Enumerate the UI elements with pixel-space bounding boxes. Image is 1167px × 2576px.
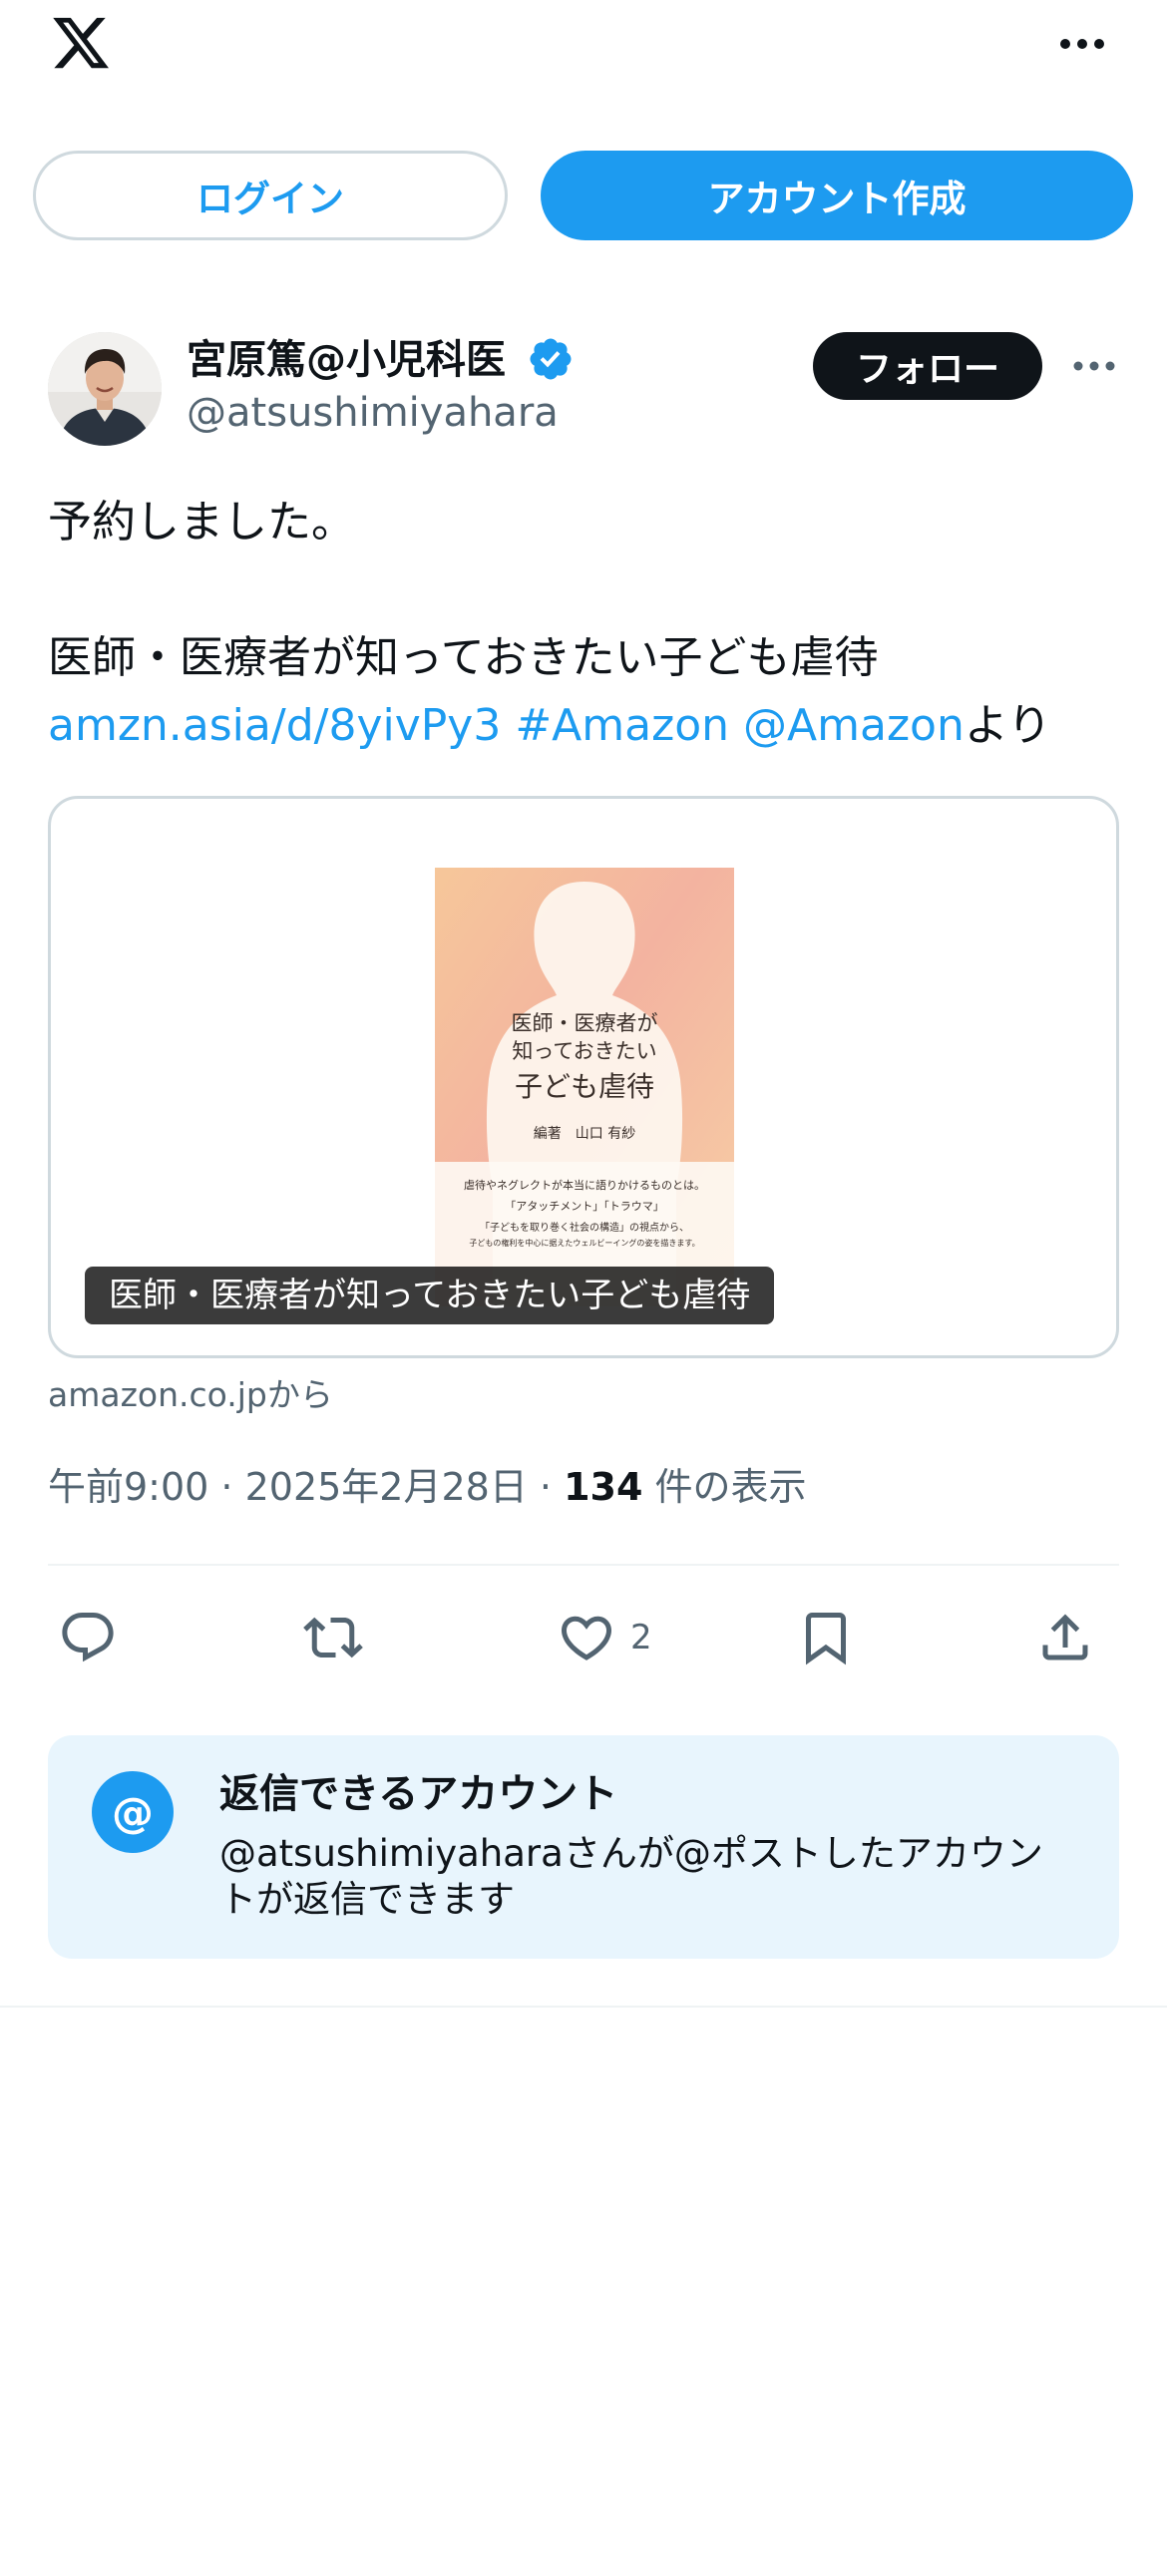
post-text-links-line: amzn.asia/d/8yivPy3 #Amazon @Amazonより [48,692,1125,760]
like-count: 2 [630,1618,652,1657]
book-title-line: 医師・医療者が [511,1011,658,1035]
reply-restriction-description: @atsushimiyaharaさんが@ポストしたアカウントが返信できます [219,1832,1043,1921]
book-blurb: 「子どもを取り巻く社会の構造」の視点から、 [480,1223,689,1234]
share-icon [1042,1614,1088,1660]
post-date[interactable]: 2025年2月28日 [245,1465,528,1509]
divider [48,1564,1119,1566]
book-editor-label: 編著 [533,1126,562,1142]
link-card[interactable]: 医師・医療者が 知っておきたい 子ども虐待 編著 山口 有紗 虐待やネグレクトが… [48,796,1119,1358]
post-text: 予約しました。 医師・医療者が知っておきたい子ども虐待 amzn.asia/d/… [48,489,1125,760]
views-count: 134 [564,1465,643,1509]
post-time[interactable]: 午前9:00 [48,1465,208,1509]
share-button[interactable] [1035,1604,1095,1671]
book-blurb: 虐待やネグレクトが本当に語りかけるものとは。 [464,1179,705,1192]
bookmark-icon [806,1613,846,1665]
card-caption: 医師・医療者が知っておきたい子ども虐待 [85,1267,775,1324]
post-hashtag[interactable]: #Amazon [515,700,729,751]
post-mention[interactable]: @Amazon [743,700,965,751]
author-name[interactable]: 宮原篤@小児科医 [187,327,506,385]
repost-button[interactable] [303,1604,363,1671]
post-meta: 午前9:00 · 2025年2月28日 · 134 件の表示 [48,1456,807,1511]
card-source[interactable]: amazon.co.jpから [48,1368,333,1416]
more-horizontal-icon[interactable] [1057,26,1107,62]
avatar[interactable] [48,332,162,446]
bookmark-button[interactable] [796,1604,856,1671]
reply-button[interactable] [58,1604,118,1671]
reply-restriction-box: @ 返信できるアカウント @atsushimiyaharaさんが@ポストしたアカ… [48,1735,1119,1959]
top-bar [0,0,1167,90]
post-text-spacer [48,556,1125,624]
x-logo-icon[interactable] [48,12,114,74]
heart-icon [561,1616,612,1660]
like-button[interactable]: 2 [557,1604,652,1671]
verified-badge-icon [530,338,572,380]
post-text-suffix: より [964,700,1051,751]
meta-separator: · [527,1465,565,1509]
repost-icon [303,1617,363,1658]
bottom-divider [0,2006,1167,2008]
reply-restriction-title: 返信できるアカウント [219,1771,618,1817]
avatar-photo [48,332,162,446]
book-editor: 編著 山口 有紗 [435,1123,734,1143]
at-icon: @ [92,1771,174,1853]
author-handle[interactable]: @atsushimiyahara [187,390,559,436]
post-more-icon[interactable] [1069,349,1119,383]
book-cover-image: 医師・医療者が 知っておきたい 子ども虐待 編著 山口 有紗 虐待やネグレクトが… [435,868,734,1306]
follow-button[interactable]: フォロー [813,332,1042,400]
book-title-line: 知っておきたい [512,1039,657,1063]
create-account-button[interactable]: アカウント作成 [541,151,1133,240]
post-link[interactable]: amzn.asia/d/8yivPy3 [48,700,501,751]
book-blurb: 子どもの権利を中心に据えたウェルビーイングの姿を描きます。 [469,1239,700,1248]
book-blurb: 「アタッチメント」「トラウマ」 [505,1200,664,1213]
meta-separator: · [208,1465,245,1509]
login-button[interactable]: ログイン [33,151,508,240]
book-editor-name: 山口 有紗 [575,1126,636,1142]
book-title-line: 子ども虐待 [514,1070,654,1103]
post-text-line: 医師・医療者が知っておきたい子ども虐待 [48,632,879,683]
views-label: 件の表示 [642,1465,807,1509]
reply-icon [62,1613,114,1662]
post-text-line: 予約しました。 [48,497,355,548]
